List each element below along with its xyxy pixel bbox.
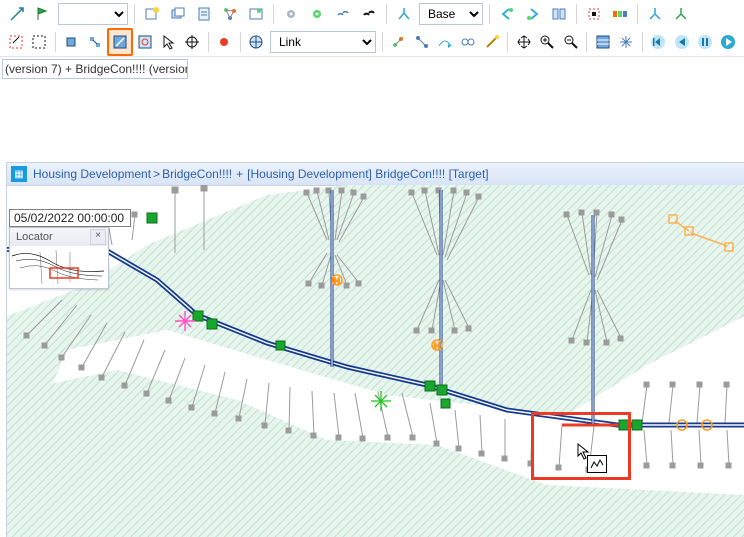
edge-tool-icon[interactable] <box>84 30 105 54</box>
title-text-1: Housing Development <box>33 167 151 181</box>
flow-arrow-icon[interactable] <box>434 30 455 54</box>
separator <box>386 4 387 24</box>
color-swatch-icon[interactable] <box>608 2 632 26</box>
highlighted-tool-icon[interactable] <box>107 28 132 56</box>
branch-icon[interactable] <box>392 2 416 26</box>
document-tab-label: (version 7) + BridgeCon!!!! (version 2 <box>5 62 188 76</box>
nav-arrow-icon[interactable] <box>5 2 29 26</box>
match-icon[interactable] <box>458 30 479 54</box>
record-icon[interactable] <box>213 30 234 54</box>
separator <box>55 32 56 52</box>
star-icon[interactable] <box>616 30 637 54</box>
locator-close-icon[interactable]: × <box>90 229 106 245</box>
graph-tool-1-icon[interactable] <box>388 30 409 54</box>
node-tool-icon[interactable] <box>61 30 82 54</box>
doc-icon[interactable] <box>192 2 216 26</box>
step-back-icon[interactable] <box>648 30 669 54</box>
separator <box>382 32 383 52</box>
play-back-icon[interactable] <box>671 30 692 54</box>
network-view-window: ▦ Housing Development > BridgeCon!!!! + … <box>7 163 744 537</box>
highlight-select-icon[interactable] <box>582 2 606 26</box>
separator <box>576 4 577 24</box>
sync-left-icon[interactable] <box>495 2 519 26</box>
separator <box>642 32 643 52</box>
pause-icon[interactable] <box>694 30 715 54</box>
locator-minimap[interactable] <box>10 246 108 288</box>
separator <box>637 4 638 24</box>
locator-title: Locator <box>16 231 53 243</box>
zoom-out-icon[interactable] <box>560 30 581 54</box>
toolbar-row-2: Link <box>0 28 744 56</box>
separator <box>208 32 209 52</box>
separator <box>134 4 135 24</box>
globe-icon[interactable] <box>246 30 267 54</box>
svg-text:H: H <box>334 277 340 286</box>
app-icon: ▦ <box>11 166 27 182</box>
title-sep: > <box>153 167 160 181</box>
zoom-in-icon[interactable] <box>537 30 558 54</box>
document-tab-bar: (version 7) + BridgeCon!!!! (version 2 <box>0 56 744 80</box>
window-title-bar[interactable]: ▦ Housing Development > BridgeCon!!!! + … <box>7 163 744 186</box>
title-text-3: [Housing Development] BridgeCon!!!! [Tar… <box>247 167 488 181</box>
target-icon[interactable] <box>181 30 202 54</box>
compare-icon[interactable] <box>547 2 571 26</box>
title-text-2: BridgeCon!!!! <box>162 167 232 181</box>
network-svg: H H <box>7 185 744 537</box>
gear-icon[interactable] <box>279 2 303 26</box>
color-dropdown[interactable] <box>58 3 128 25</box>
timestamp-display: 05/02/2022 00:00:00 <box>9 209 131 227</box>
network-canvas[interactable]: H H <box>7 185 744 537</box>
table-icon[interactable] <box>592 30 613 54</box>
play-icon[interactable] <box>718 30 739 54</box>
fit-icon[interactable] <box>244 2 268 26</box>
link-small-icon[interactable] <box>331 2 355 26</box>
pan-icon[interactable] <box>513 30 534 54</box>
separator <box>586 32 587 52</box>
locator-panel[interactable]: Locator × <box>9 227 109 289</box>
branch-green-icon[interactable] <box>669 2 693 26</box>
title-plus: + <box>236 167 243 181</box>
document-tab[interactable]: (version 7) + BridgeCon!!!! (version 2 <box>2 59 188 79</box>
graph-tool-2-icon[interactable] <box>411 30 432 54</box>
flag-icon[interactable] <box>31 2 55 26</box>
sync-right-icon[interactable] <box>521 2 545 26</box>
svg-text:H: H <box>434 342 440 351</box>
separator <box>273 4 274 24</box>
select-rect-icon[interactable] <box>28 30 49 54</box>
layers-icon[interactable] <box>166 2 190 26</box>
wand-icon[interactable] <box>481 30 502 54</box>
separator <box>489 4 490 24</box>
graph-icon[interactable] <box>218 2 242 26</box>
cursor-tooltip-icon <box>587 455 607 473</box>
grid-new-icon[interactable] <box>140 2 164 26</box>
separator <box>240 32 241 52</box>
link-dropdown[interactable]: Link <box>270 31 376 53</box>
select-lasso-icon[interactable] <box>5 30 26 54</box>
base-dropdown[interactable]: Base <box>419 3 483 25</box>
toolbar-row-1: Base <box>0 0 744 28</box>
pointer-icon[interactable] <box>158 30 179 54</box>
link-bold-icon[interactable] <box>357 2 381 26</box>
analyze-icon[interactable] <box>135 30 156 54</box>
separator <box>507 32 508 52</box>
gear-green-icon[interactable] <box>305 2 329 26</box>
branch-alt-icon[interactable] <box>643 2 667 26</box>
